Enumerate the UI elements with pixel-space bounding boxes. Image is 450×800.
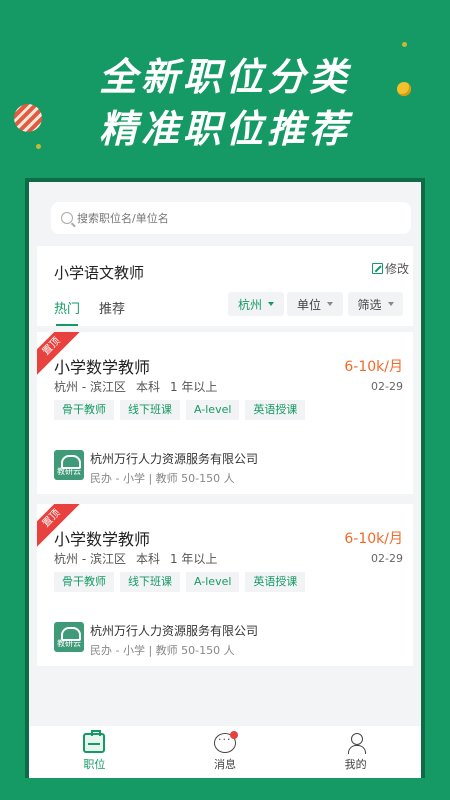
company-size: 教师 50-150 人 <box>155 644 235 657</box>
company-info[interactable]: 教研云 杭州万行人力资源服务有限公司 民办 - 小学 | 教师 50-150 人 <box>54 450 258 486</box>
tabbar-label: 我的 <box>344 758 367 771</box>
tabbar-item-jobs[interactable]: 职位 <box>29 726 160 778</box>
job-salary: 6-10k/月 <box>344 359 403 375</box>
filter-label: 筛选 <box>357 297 382 312</box>
company-name: 杭州万行人力资源服务有限公司 <box>90 452 259 466</box>
edit-label: 修改 <box>384 262 409 276</box>
triangle-down-icon <box>327 302 333 306</box>
unit-dropdown[interactable]: 单位 <box>287 292 343 316</box>
job-tags: 骨干教师 线下班课 A-level 英语授课 <box>54 572 306 592</box>
city-label: 杭州 <box>237 297 262 312</box>
job-tag: A-level <box>186 572 240 592</box>
tab-hot[interactable]: 热门 <box>54 298 80 326</box>
unit-label: 单位 <box>296 297 321 312</box>
promo-headline-1: 全新职位分类 <box>98 55 351 99</box>
company-type: 民办 - 小学 <box>90 472 145 485</box>
filter-card: 小学语文教师 修改 热门 推荐 杭州 单位 筛选 <box>37 246 413 326</box>
briefcase-icon <box>83 730 106 753</box>
position-title: 小学语文教师 <box>54 264 145 282</box>
dot-decoration-icon <box>36 144 41 149</box>
triangle-down-icon <box>387 302 394 306</box>
tabbar-label: 消息 <box>214 758 236 771</box>
search-input[interactable] <box>77 211 377 225</box>
job-education: 本科 <box>135 380 160 394</box>
promo-headline-2: 精准职位推荐 <box>98 107 351 151</box>
job-meta: 杭州 - 滨江区 本科 1 年以上 <box>54 550 227 567</box>
company-details: 民办 - 小学 | 教师 50-150 人 <box>90 644 235 657</box>
company-name: 杭州万行人力资源服务有限公司 <box>90 624 259 638</box>
city-dropdown[interactable]: 杭州 <box>228 292 284 316</box>
job-experience: 1 年以上 <box>169 552 218 566</box>
job-tag: 骨干教师 <box>54 400 114 420</box>
job-tag: 英语授课 <box>245 572 306 592</box>
edit-button[interactable]: 修改 <box>371 260 409 277</box>
triangle-down-icon <box>268 302 274 306</box>
job-location: 杭州 - 滨江区 <box>54 552 126 566</box>
job-card[interactable]: 置顶 小学数学教师 6-10k/月 杭州 - 滨江区 本科 1 年以上 02-29 … <box>37 504 413 666</box>
company-size: 教师 50-150 人 <box>155 472 235 485</box>
job-location: 杭州 - 滨江区 <box>54 380 126 394</box>
tab-recommend[interactable]: 推荐 <box>99 298 125 317</box>
dot-decoration-icon <box>402 42 407 47</box>
company-type: 民办 - 小学 <box>90 644 145 657</box>
tabbar-item-profile[interactable]: 我的 <box>290 726 421 778</box>
job-card[interactable]: 置顶 小学数学教师 6-10k/月 杭州 - 滨江区 本科 1 年以上 02-29 … <box>37 332 413 494</box>
company-details: 民办 - 小学 | 教师 50-150 人 <box>90 472 235 485</box>
job-tag: A-level <box>186 400 240 420</box>
ball-decoration-icon <box>14 104 42 132</box>
notification-dot <box>230 731 238 739</box>
job-experience: 1 年以上 <box>169 380 218 394</box>
job-tag: 骨干教师 <box>54 572 114 592</box>
job-education: 本科 <box>135 552 160 566</box>
job-tag: 线下班课 <box>120 400 180 420</box>
company-logo-text: 教研云 <box>57 467 81 476</box>
job-title: 小学数学教师 <box>54 358 151 377</box>
edit-icon <box>371 263 383 274</box>
tabbar-label: 职位 <box>83 758 106 771</box>
user-icon <box>346 733 366 754</box>
filter-dropdown[interactable]: 筛选 <box>348 292 403 316</box>
company-info[interactable]: 教研云 杭州万行人力资源服务有限公司 民办 - 小学 | 教师 50-150 人 <box>54 622 258 658</box>
chat-icon <box>214 731 238 753</box>
search-bar-area <box>29 182 421 246</box>
job-salary: 6-10k/月 <box>344 531 403 547</box>
job-meta: 杭州 - 滨江区 本科 1 年以上 <box>54 378 227 395</box>
tabbar-item-messages[interactable]: 消息 <box>160 726 291 778</box>
job-date: 02-29 <box>371 380 403 393</box>
job-tags: 骨干教师 线下班课 A-level 英语授课 <box>54 400 306 420</box>
app-screen: 小学语文教师 修改 热门 推荐 杭州 单位 筛选 置顶 小学数学教师 6-10k… <box>25 178 425 778</box>
bottom-tabbar: 职位 消息 我的 <box>29 726 421 778</box>
job-tag: 线下班课 <box>120 572 180 592</box>
job-tag: 英语授课 <box>245 400 306 420</box>
company-logo: 教研云 <box>54 622 84 652</box>
coin-decoration-icon <box>397 82 411 96</box>
search-icon <box>61 212 73 224</box>
company-logo: 教研云 <box>54 450 84 480</box>
job-title: 小学数学教师 <box>54 530 151 549</box>
search-box[interactable] <box>51 202 411 234</box>
job-date: 02-29 <box>371 552 403 565</box>
company-logo-text: 教研云 <box>57 639 81 648</box>
